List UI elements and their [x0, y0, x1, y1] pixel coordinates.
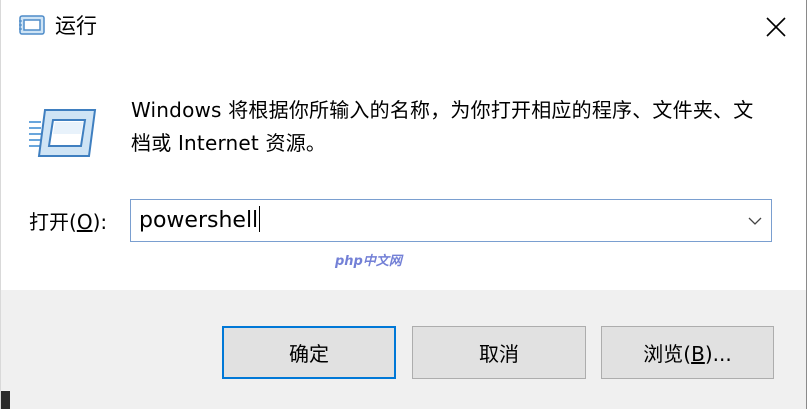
run-icon [19, 15, 45, 35]
description-text: Windows 将根据你所输入的名称，为你打开相应的程序、文件夹、文档或 Int… [131, 98, 754, 155]
cancel-button[interactable]: 取消 [412, 326, 586, 379]
background-strip [1, 391, 10, 409]
close-button[interactable] [746, 0, 806, 54]
chevron-down-icon [748, 217, 762, 225]
watermark: php中文网 [335, 254, 402, 269]
open-input[interactable]: powershell [139, 205, 261, 237]
button-bar: 确定 取消 浏览(B)... [1, 290, 806, 409]
text-caret [259, 206, 261, 232]
run-dialog: 运行 Windows 将根据你所输入的名称，为你打开相应的程序、文件夹、文档或 … [0, 0, 807, 409]
close-icon [766, 17, 786, 37]
ok-button[interactable]: 确定 [222, 326, 396, 379]
browse-button[interactable]: 浏览(B)... [601, 326, 774, 379]
open-label: 打开(O): [29, 210, 108, 234]
dialog-content: Windows 将根据你所输入的名称，为你打开相应的程序、文件夹、文档或 Int… [1, 54, 806, 290]
run-large-icon [29, 109, 97, 157]
open-combobox[interactable]: powershell [130, 199, 772, 242]
title-bar[interactable]: 运行 [1, 0, 806, 54]
dropdown-button[interactable] [739, 200, 771, 241]
window-title: 运行 [55, 14, 97, 38]
browse-label: 浏览(B)... [643, 342, 732, 366]
